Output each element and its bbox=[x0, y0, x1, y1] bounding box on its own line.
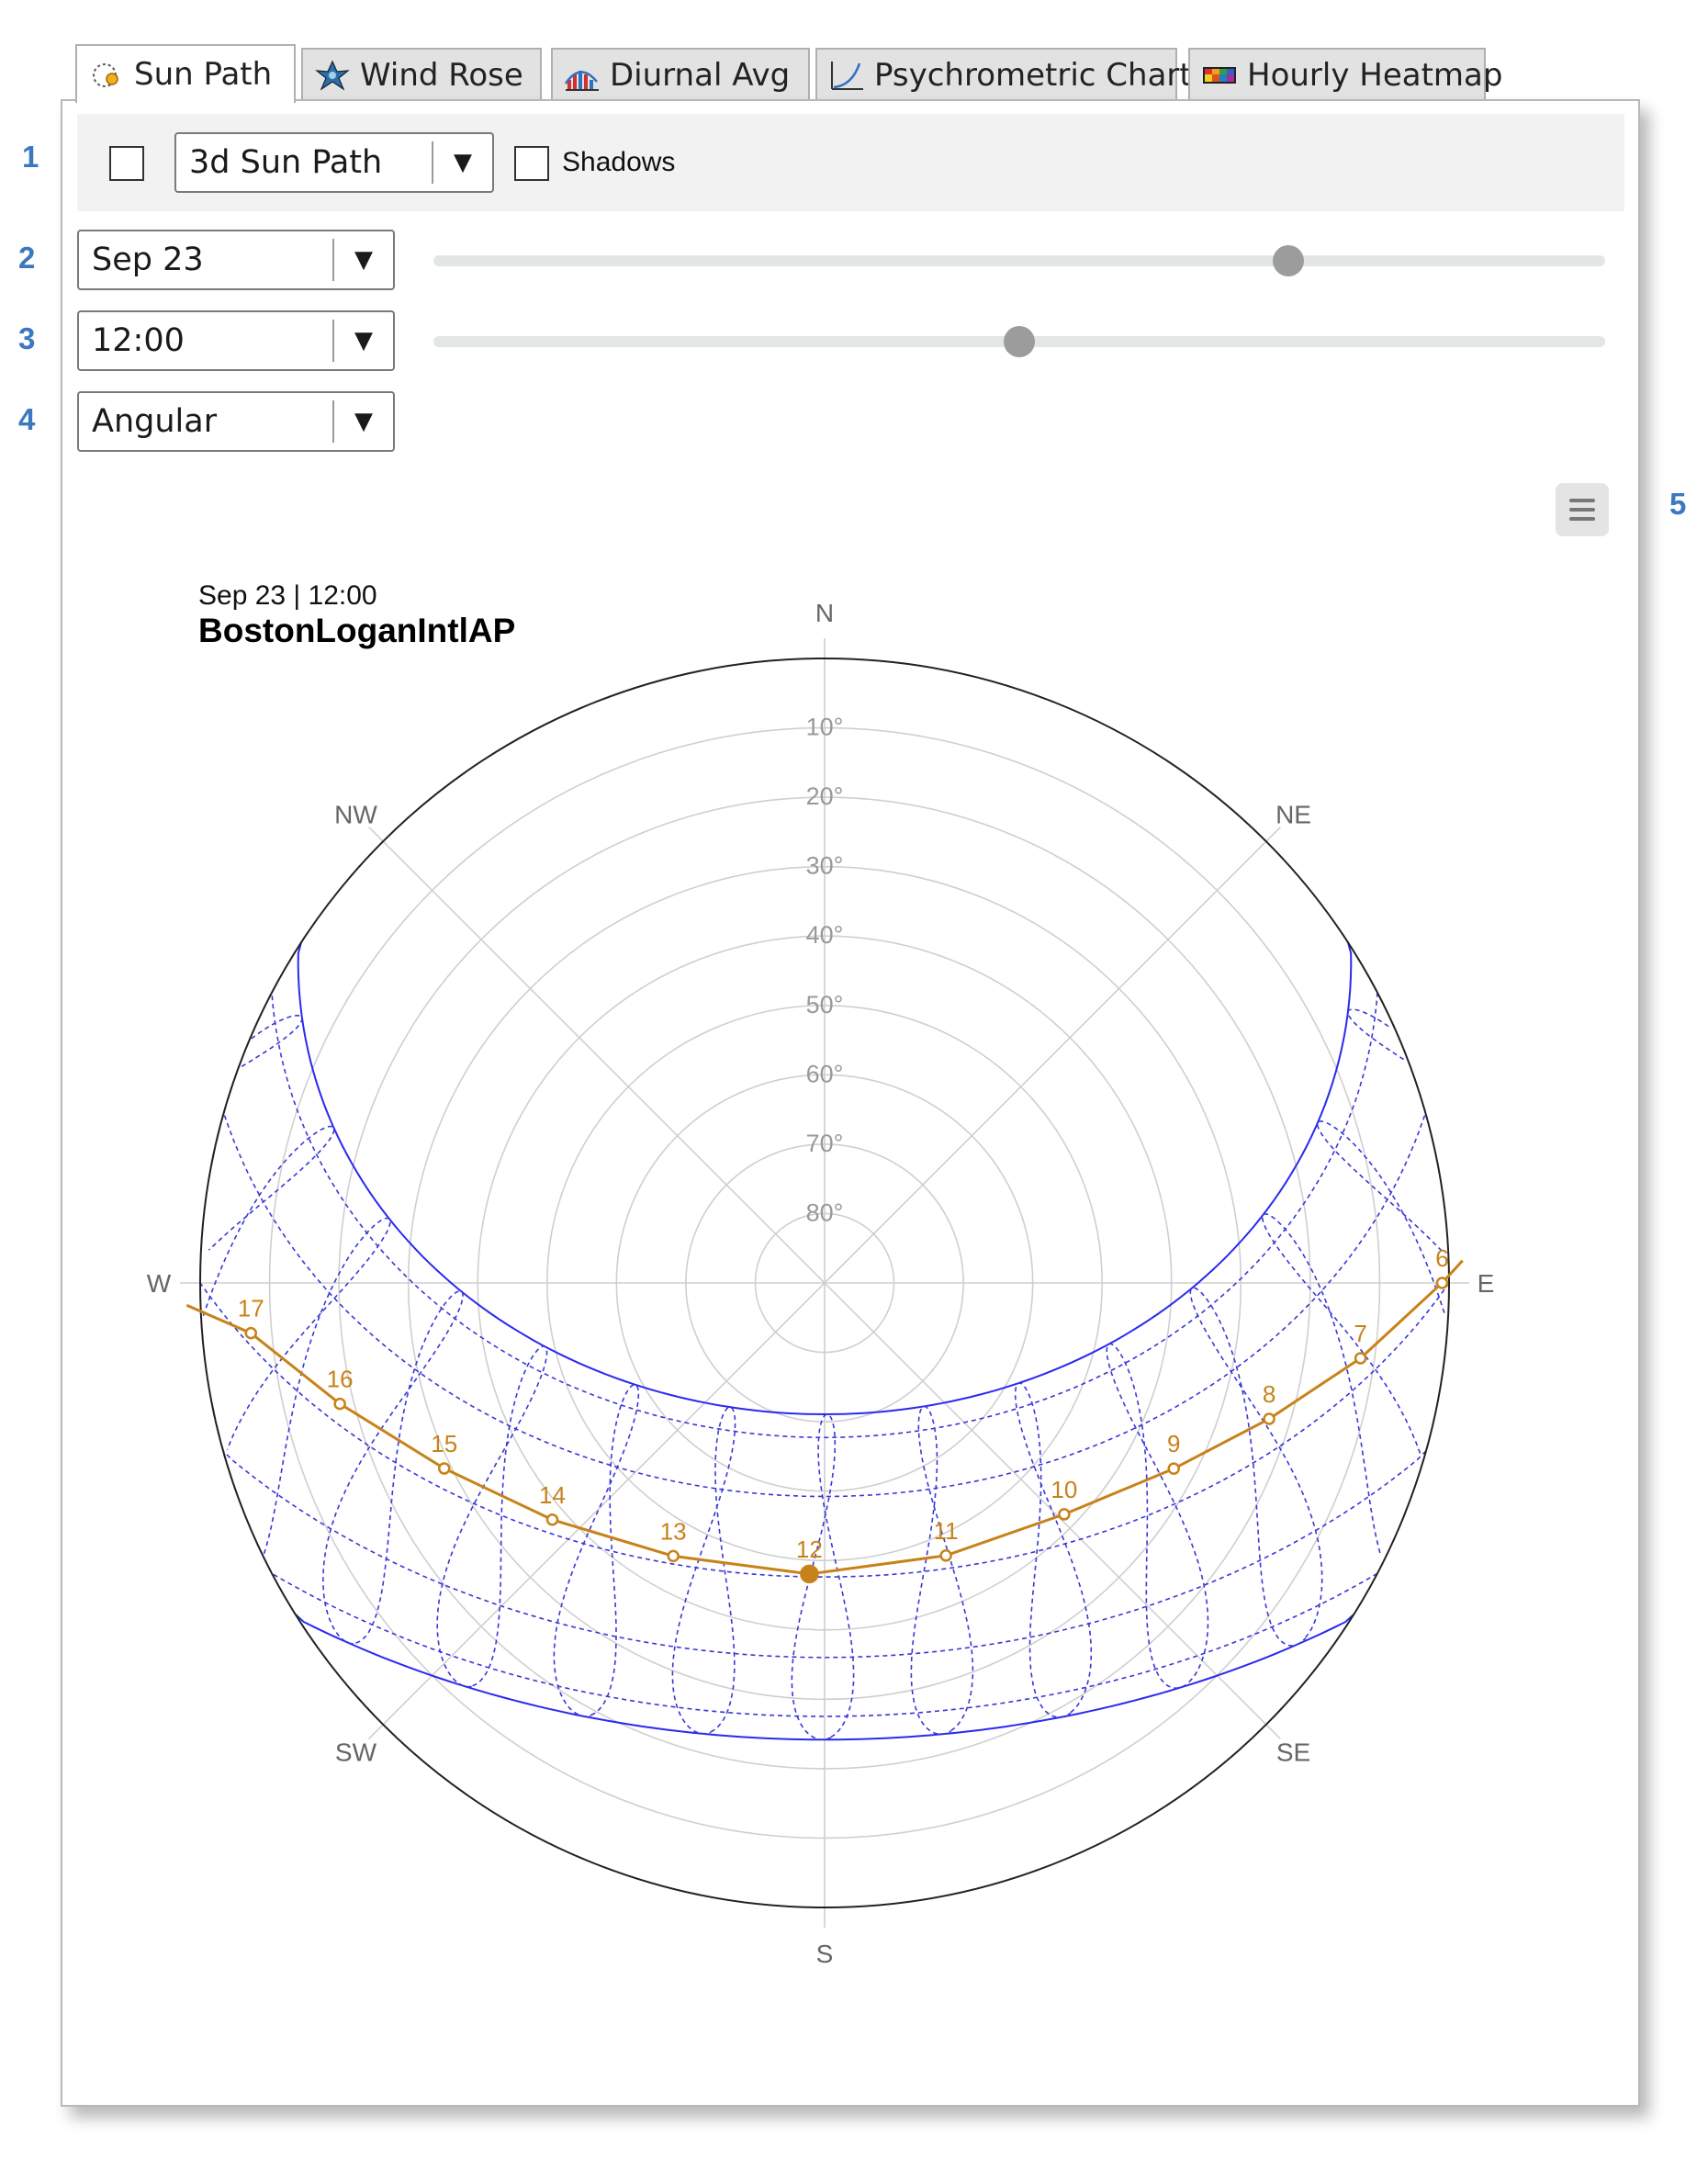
tab-label: Diurnal Avg bbox=[610, 57, 791, 94]
compass-label-ne: NE bbox=[1275, 800, 1311, 828]
callout-3: 3 bbox=[18, 321, 36, 355]
sun-hour-marker bbox=[667, 1549, 680, 1563]
hour-analemma bbox=[1347, 1008, 1405, 1061]
sun-hour-marker bbox=[1354, 1352, 1367, 1365]
sun-hour-label: 9 bbox=[1167, 1430, 1180, 1457]
sun-hour-marker bbox=[1167, 1462, 1181, 1475]
tab-diurnal-avg[interactable]: Diurnal Avg bbox=[551, 48, 810, 101]
compass-label-e: E bbox=[1478, 1269, 1495, 1298]
tab-label: Wind Rose bbox=[360, 57, 523, 94]
sun-hour-marker bbox=[939, 1549, 952, 1562]
altitude-label: 10° bbox=[806, 714, 844, 741]
tab-label: Psychrometric Chart bbox=[874, 57, 1192, 94]
sun-hour-label: 8 bbox=[1263, 1380, 1275, 1408]
tab-bar: Sun Path Wind Rose Diurnal Avg Psychrome… bbox=[75, 44, 1563, 103]
altitude-label: 70° bbox=[806, 1130, 844, 1157]
heatmap-icon bbox=[1201, 60, 1238, 91]
hour-analemma bbox=[1014, 1382, 1093, 1718]
azimuth-line bbox=[368, 827, 826, 1284]
sun-hour-label: 7 bbox=[1354, 1320, 1366, 1347]
azimuth-line bbox=[368, 1282, 826, 1739]
compass-label-nw: NW bbox=[334, 800, 377, 828]
callout-5: 5 bbox=[1669, 487, 1687, 521]
azimuth-line bbox=[824, 827, 1281, 1284]
sun-hour-label: 13 bbox=[660, 1517, 687, 1545]
azimuth-line bbox=[824, 1282, 1281, 1739]
sun-hour-marker bbox=[1435, 1277, 1449, 1289]
altitude-label: 30° bbox=[806, 852, 844, 880]
sun-hour-label: 15 bbox=[431, 1430, 457, 1457]
callout-4: 4 bbox=[18, 402, 36, 436]
sun-hour-marker bbox=[333, 1397, 346, 1411]
altitude-label: 80° bbox=[806, 1198, 844, 1226]
tab-hourly-heatmap[interactable]: Hourly Heatmap bbox=[1188, 48, 1502, 101]
altitude-label: 20° bbox=[806, 782, 844, 810]
wind-rose-icon bbox=[314, 60, 351, 91]
compass-label-w: W bbox=[147, 1269, 172, 1298]
sun-hour-marker bbox=[1263, 1412, 1275, 1425]
sun-hour-label: 16 bbox=[327, 1366, 354, 1393]
sun-hour-label: 10 bbox=[1051, 1476, 1077, 1503]
sun-hour-marker bbox=[244, 1326, 258, 1340]
hour-analemma bbox=[1316, 1119, 1446, 1315]
sun-path-panel: 3d Sun Path ▼ Shadows Sep 23 ▼ 12:00 ▼ A… bbox=[61, 99, 1640, 2107]
sun-path-icon bbox=[88, 59, 125, 90]
hour-analemma bbox=[1189, 1287, 1323, 1647]
diurnal-avg-icon bbox=[564, 60, 601, 91]
compass-label-n: N bbox=[815, 599, 834, 627]
psychrometric-icon bbox=[828, 60, 865, 91]
sun-hour-label: 11 bbox=[934, 1517, 959, 1545]
sun-hour-label: 17 bbox=[238, 1295, 264, 1322]
sun-hour-label: 12 bbox=[796, 1536, 823, 1563]
hour-analemma bbox=[553, 1384, 640, 1717]
tab-sun-path[interactable]: Sun Path bbox=[75, 44, 296, 103]
sun-hour-marker bbox=[438, 1462, 451, 1475]
compass-label-se: SE bbox=[1276, 1738, 1310, 1767]
sun-hour-marker bbox=[1058, 1508, 1071, 1521]
tab-label: Hourly Heatmap bbox=[1247, 57, 1503, 94]
sun-hour-marker bbox=[545, 1513, 559, 1526]
hour-analemma bbox=[202, 1125, 335, 1316]
hour-analemma bbox=[1262, 1212, 1421, 1556]
altitude-label: 40° bbox=[806, 921, 844, 949]
sun-hour-label: 14 bbox=[539, 1481, 566, 1509]
altitude-label: 60° bbox=[806, 1060, 844, 1087]
tab-wind-rose[interactable]: Wind Rose bbox=[301, 48, 542, 101]
hour-analemma bbox=[671, 1406, 736, 1735]
sun-path-chart: 10° 20° 30° 40° 50° 60° 70° 80° N NE E SE S SW W NW 6 7 8 9… bbox=[147, 599, 1495, 1968]
compass-label-s: S bbox=[816, 1940, 834, 1968]
compass-label-sw: SW bbox=[335, 1738, 377, 1767]
sun-hour-label: 6 bbox=[1435, 1244, 1448, 1272]
selected-sun-marker bbox=[800, 1564, 819, 1584]
tab-psychrometric-chart[interactable]: Psychrometric Chart bbox=[815, 48, 1192, 101]
hour-analemma bbox=[436, 1345, 548, 1688]
callout-2: 2 bbox=[18, 241, 36, 275]
callout-1: 1 bbox=[22, 140, 39, 174]
altitude-label: 50° bbox=[806, 991, 844, 1018]
tab-label: Sun Path bbox=[134, 56, 273, 93]
